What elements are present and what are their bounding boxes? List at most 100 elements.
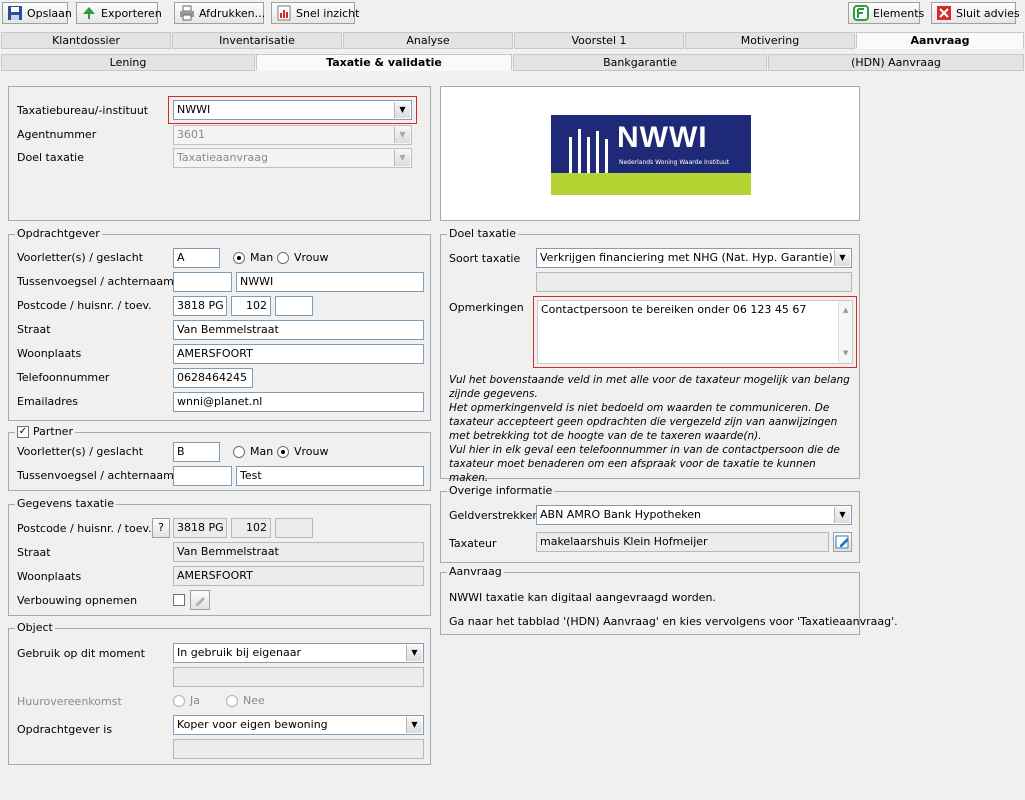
initials-label: Voorletter(s) / geslacht [17,251,144,264]
verbouwing-details-button[interactable] [190,590,210,610]
gender-man-label: Man [250,251,274,264]
quick-insight-button[interactable]: Snel inzicht [271,2,359,24]
taxateur-input[interactable]: makelaarshuis Klein Hofmeijer [536,532,829,552]
overige-informatie-panel: Overige informatie Geldverstrekker ABN A… [440,484,860,563]
partner-initials-label: Voorletter(s) / geslacht [17,445,144,458]
subtab-taxatie-validatie[interactable]: Taxatie & validatie [256,54,512,71]
gebruik-select[interactable]: In gebruik bij eigenaar ▼ [173,643,424,663]
huisnr-input[interactable]: 102 [231,296,271,316]
agent-select[interactable]: 3601 ▼ [173,125,412,145]
chevron-down-icon[interactable]: ▼ [406,645,422,661]
partner-checkbox[interactable]: ✓ [17,425,29,438]
gegevens-toevoeging-input[interactable] [275,518,313,538]
geld-value: ABN AMRO Bank Hypotheken [540,508,701,521]
straat-input[interactable]: Van Bemmelstraat [173,320,424,340]
opmerkingen-scrollbar[interactable]: ▲ ▼ [838,301,852,363]
taxateur-edit-button[interactable] [833,532,852,552]
partner-gender-vrouw-radio[interactable]: Vrouw [277,445,329,458]
partner-achternaam-input[interactable]: Test [236,466,424,486]
print-button[interactable]: Afdrukken... [174,2,265,24]
bureau-select[interactable]: NWWI ▼ [173,100,412,120]
verbouwing-label: Verbouwing opnemen [17,594,138,607]
gegevens-huisnr-input[interactable]: 102 [231,518,271,538]
doel-select[interactable]: Taxatieaanvraag ▼ [173,148,412,168]
opdrachtgever-is-select[interactable]: Koper voor eigen bewoning ▼ [173,715,424,735]
radio-empty-icon [226,694,238,707]
tab-inventarisatie[interactable]: Inventarisatie [172,32,342,49]
printer-icon [179,5,195,21]
radio-empty-icon [233,445,245,458]
opmerkingen-textarea[interactable]: Contactpersoon te bereiken onder 06 123 … [537,300,853,364]
tussenvoegsel-input[interactable] [173,272,232,292]
gender-man-radio[interactable]: Man [233,251,273,264]
save-button[interactable]: Opslaan [2,2,72,24]
partner-panel: ✓ Partner Voorletter(s) / geslacht B Man… [8,425,431,491]
subtab-lening[interactable]: Lening [1,54,255,71]
elements-logo-icon [853,5,869,21]
chevron-down-icon[interactable]: ▼ [406,717,422,733]
tab-voorstel-1[interactable]: Voorstel 1 [514,32,684,49]
logo-text: NWWI [617,121,708,154]
email-label: Emailadres [17,395,79,408]
gegevens-straat-input[interactable]: Van Bemmelstraat [173,542,424,562]
toevoeging-input[interactable] [275,296,313,316]
chevron-down-icon[interactable]: ▼ [834,250,850,266]
scroll-up-icon[interactable]: ▲ [843,304,848,317]
pencil-icon [192,592,208,608]
opdrachtgever-legend: Opdrachtgever [15,227,102,240]
chevron-down-icon[interactable]: ▼ [394,102,410,118]
close-advice-button[interactable]: Sluit advies [931,2,1020,24]
gebruik-label: Gebruik op dit moment [17,647,145,660]
initials-input[interactable]: A [173,248,220,268]
tab-aanvraag[interactable]: Aanvraag [856,32,1024,49]
sub-tab-bar: Lening Taxatie & validatie Bankgarantie … [0,54,1025,71]
partner-tussenvoegsel-input[interactable] [173,466,232,486]
object-panel: Object Gebruik op dit moment In gebruik … [8,621,431,765]
aanvraag-line-2: Ga naar het tabblad '(HDN) Aanvraag' en … [449,615,898,628]
email-input[interactable]: wnni@planet.nl [173,392,424,412]
verbouwing-checkbox[interactable] [173,594,185,606]
tab-motivering[interactable]: Motivering [685,32,855,49]
partner-initials-input[interactable]: B [173,442,220,462]
achternaam-input[interactable]: NWWI [236,272,424,292]
subtab-hdn-aanvraag[interactable]: (HDN) Aanvraag [768,54,1024,71]
soort-extra-input[interactable] [536,272,852,292]
woonplaats-input[interactable]: AMERSFOORT [173,344,424,364]
quick-insight-label: Snel inzicht [296,6,360,20]
huur-ja-radio[interactable]: Ja [173,694,200,707]
export-button[interactable]: Exporteren [76,2,162,24]
scroll-down-icon[interactable]: ▼ [843,347,848,360]
nwwi-logo: NWWI Nederlands Woning Waarde Instituut [551,115,751,195]
chevron-down-icon[interactable]: ▼ [394,127,410,143]
tab-klantdossier[interactable]: Klantdossier [1,32,171,49]
gegevens-postcode-input[interactable]: 3818 PG [173,518,227,538]
opmerkingen-value: Contactpersoon te bereiken onder 06 123 … [541,303,807,316]
chevron-down-icon[interactable]: ▼ [394,150,410,166]
gebruik-extra-input[interactable] [173,667,424,687]
soort-select[interactable]: Verkrijgen financiering met NHG (Nat. Hy… [536,248,852,268]
subtab-bankgarantie[interactable]: Bankgarantie [513,54,767,71]
floppy-disk-icon [7,5,23,21]
huur-nee-radio[interactable]: Nee [226,694,265,707]
telefoon-input[interactable]: 0628464245 [173,368,253,388]
postcode-lookup-button[interactable]: ? [152,518,170,538]
chevron-down-icon[interactable]: ▼ [834,507,850,523]
agent-label: Agentnummer [17,128,97,141]
elements-button[interactable]: Elements [848,2,924,24]
woonplaats-label: Woonplaats [17,347,82,360]
soort-value: Verkrijgen financiering met NHG (Nat. Hy… [540,251,833,264]
postcode-input[interactable]: 3818 PG [173,296,227,316]
aanvraag-panel: Aanvraag NWWI taxatie kan digitaal aange… [440,565,898,635]
tussen-label: Tussenvoegsel / achternaam [17,275,174,288]
partner-gender-man-radio[interactable]: Man [233,445,273,458]
postcode-label: Postcode / huisnr. / toev. [17,299,152,312]
geld-select[interactable]: ABN AMRO Bank Hypotheken ▼ [536,505,852,525]
tab-analyse[interactable]: Analyse [343,32,513,49]
gegevens-woonplaats-input[interactable]: AMERSFOORT [173,566,424,586]
note-1: Vul het bovenstaande veld in met alle vo… [449,374,850,400]
document-chart-icon [276,5,292,21]
export-label: Exporteren [101,6,162,20]
opdrachtgever-extra-input[interactable] [173,739,424,759]
export-icon [81,5,97,21]
gender-vrouw-radio[interactable]: Vrouw [277,251,329,264]
